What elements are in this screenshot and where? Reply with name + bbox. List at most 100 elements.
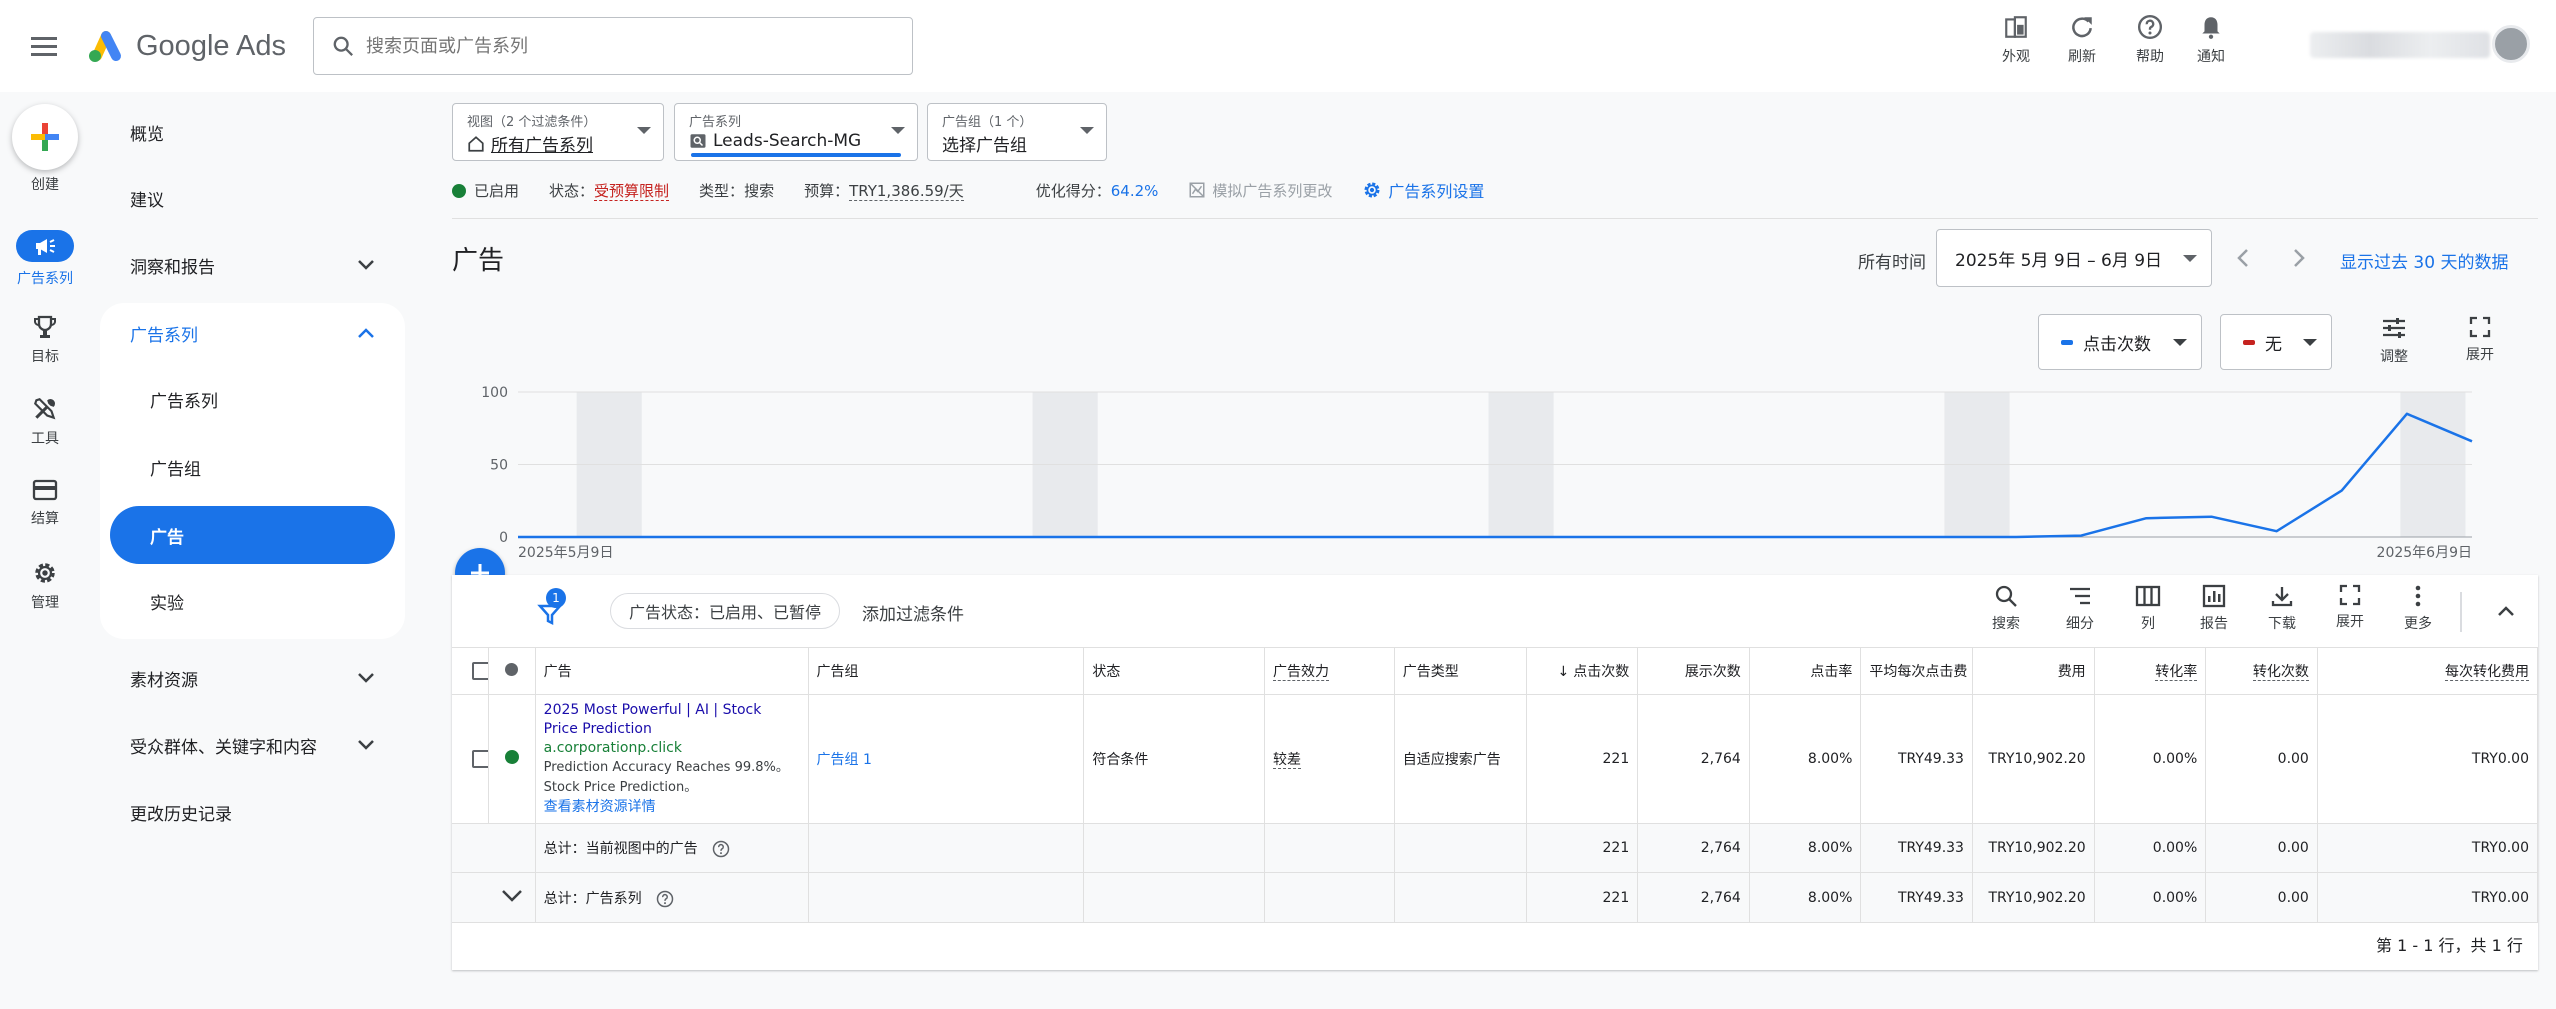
- nav-campaigns-group[interactable]: 广告系列: [100, 303, 405, 363]
- ad-strength-value[interactable]: 较差: [1272, 752, 1301, 769]
- header-ad[interactable]: 广告: [535, 647, 809, 695]
- header-cost-per-conv[interactable]: 每次转化费用: [2317, 647, 2539, 695]
- chevron-down-icon: [358, 673, 374, 683]
- empty-cell: [1264, 823, 1395, 873]
- ad-headline[interactable]: 2025 Most Powerful | AI | Stock Price Pr…: [544, 701, 800, 739]
- total-campaign-row: 总计：广告系列 221 2,764 8.00% TRY49.33 TRY10,9…: [452, 872, 2539, 923]
- add-filter-button[interactable]: 添加过滤条件: [862, 600, 964, 625]
- nav-recommendations[interactable]: 建议: [100, 168, 405, 228]
- columns-button[interactable]: 列: [2118, 584, 2178, 633]
- nav-sub-experiments[interactable]: 实验: [110, 572, 395, 630]
- optimization-value[interactable]: 64.2%: [1111, 182, 1159, 200]
- reports-button[interactable]: 报告: [2184, 584, 2244, 633]
- campaign-selector-value-wrap: Leads-Search-MG: [689, 131, 861, 151]
- campaign-selector[interactable]: 广告系列 Leads-Search-MG: [674, 103, 918, 161]
- view-asset-details-link[interactable]: 查看素材资源详情: [544, 798, 800, 817]
- header-cost-per-conv-label: 每次转化费用: [2445, 664, 2529, 681]
- header-ctr[interactable]: 点击率: [1749, 647, 1862, 695]
- appearance-button[interactable]: 外观: [1986, 14, 2046, 66]
- refresh-button[interactable]: 刷新: [2052, 14, 2112, 66]
- nav-assets[interactable]: 素材资源: [100, 648, 405, 708]
- rail-tools[interactable]: 工具: [0, 396, 90, 448]
- metric1-select[interactable]: 点击次数: [2038, 314, 2202, 370]
- sort-arrow-down-icon: ↓: [1557, 664, 1570, 680]
- nav-change-history[interactable]: 更改历史记录: [100, 782, 405, 842]
- ad-description: Prediction Accuracy Reaches 99.8%。Stock …: [543, 760, 789, 795]
- rail-billing[interactable]: 结算: [0, 478, 90, 528]
- nav-sub-ad-groups[interactable]: 广告组: [110, 438, 395, 496]
- campaign-selector-value: Leads-Search-MG: [713, 131, 862, 151]
- nav-sub-ad-groups-label: 广告组: [150, 459, 201, 480]
- rail-billing-label: 结算: [31, 511, 59, 527]
- budget-value[interactable]: TRY1,386.59/天: [849, 181, 964, 201]
- header-conv-rate[interactable]: 转化率: [2094, 647, 2207, 695]
- row-checkbox[interactable]: [472, 750, 488, 768]
- help-button[interactable]: 帮助: [2120, 14, 2180, 66]
- header-conversions[interactable]: 转化次数: [2205, 647, 2318, 695]
- rail-goals[interactable]: 目标: [0, 314, 90, 366]
- metric1-label: 点击次数: [2083, 334, 2151, 355]
- header-avg-cpc[interactable]: 平均每次点击费: [1860, 647, 1973, 695]
- status-value[interactable]: 受预算限制: [594, 181, 670, 201]
- total-view-conv-rate: 0.00%: [2094, 823, 2207, 873]
- status-filter-chip[interactable]: 广告状态：已启用、已暂停: [610, 593, 841, 629]
- nav-audiences[interactable]: 受众群体、关键字和内容: [100, 715, 405, 775]
- segment-button[interactable]: 细分: [2050, 584, 2110, 633]
- segment-label: 细分: [2066, 616, 2094, 632]
- metric2-select[interactable]: 无: [2220, 314, 2332, 370]
- help-icon[interactable]: [712, 840, 730, 858]
- ad-group-cell: 广告组 1: [808, 694, 1085, 824]
- header-clicks[interactable]: ↓ 点击次数: [1526, 647, 1639, 695]
- more-button[interactable]: 更多: [2388, 584, 2448, 633]
- adjust-chart-button[interactable]: 调整: [2364, 316, 2424, 366]
- nav-sub-ads[interactable]: 广告: [110, 506, 395, 564]
- enabled-dot-icon: [504, 750, 519, 764]
- header-status-label: 状态: [1092, 664, 1121, 680]
- account-name-redacted[interactable]: [2310, 32, 2490, 58]
- collapse-table-button[interactable]: [2488, 594, 2524, 630]
- nav-sub-campaigns[interactable]: 广告系列: [110, 370, 395, 428]
- nav-insights[interactable]: 洞察和报告: [100, 235, 405, 295]
- header-cost[interactable]: 费用: [1972, 647, 2095, 695]
- create-button[interactable]: [12, 104, 78, 170]
- ad-group-link[interactable]: 广告组 1: [817, 752, 872, 768]
- google-ads-logo[interactable]: Google Ads: [86, 22, 286, 70]
- nav-assets-label: 素材资源: [130, 670, 198, 691]
- notifications-button[interactable]: 通知: [2181, 14, 2241, 66]
- table-search-button[interactable]: 搜索: [1976, 584, 2036, 633]
- expand-table-button[interactable]: 展开: [2320, 584, 2380, 631]
- search-box[interactable]: [313, 17, 913, 75]
- gear-icon: [1364, 182, 1380, 198]
- total-view-cost: TRY10,902.20: [1972, 823, 2095, 873]
- y-tick-label: 100: [481, 385, 508, 401]
- nav-overview[interactable]: 概览: [100, 102, 405, 162]
- help-icon[interactable]: [656, 890, 674, 908]
- menu-icon[interactable]: [24, 26, 64, 66]
- ad-group-selector-value: 选择广告组: [942, 136, 1027, 156]
- header-ad-type[interactable]: 广告类型: [1394, 647, 1527, 695]
- header-ad-group[interactable]: 广告组: [808, 647, 1085, 695]
- show-last-30-days-link[interactable]: 显示过去 30 天的数据: [2340, 248, 2508, 273]
- download-button[interactable]: 下载: [2252, 584, 2312, 633]
- download-label: 下载: [2268, 616, 2296, 632]
- select-all-checkbox[interactable]: [472, 662, 488, 680]
- view-selector[interactable]: 视图（2 个过滤条件） 所有广告系列: [452, 103, 664, 161]
- metric2-label: 无: [2265, 334, 2282, 355]
- search-input[interactable]: [366, 35, 886, 57]
- campaign-settings-button[interactable]: 广告系列设置: [1362, 178, 1484, 202]
- status-dot-header: [488, 647, 536, 695]
- header-impressions[interactable]: 展示次数: [1637, 647, 1750, 695]
- next-period-button[interactable]: [2280, 240, 2316, 276]
- rail-campaigns[interactable]: 广告系列: [0, 230, 90, 288]
- header-status[interactable]: 状态: [1083, 647, 1265, 695]
- avatar[interactable]: [2492, 25, 2530, 63]
- expand-chart-button[interactable]: 展开: [2450, 316, 2510, 364]
- rail-admin[interactable]: 管理: [0, 560, 90, 612]
- ad-group-selector[interactable]: 广告组（1 个） 选择广告组: [927, 103, 1107, 161]
- notifications-label: 通知: [2197, 49, 2225, 65]
- simulate-button[interactable]: 模拟广告系列更改: [1188, 180, 1332, 201]
- chevron-down-icon[interactable]: [500, 888, 524, 904]
- date-range-picker[interactable]: 2025年 5月 9日 – 6月 9日: [1936, 229, 2212, 287]
- header-ad-strength[interactable]: 广告效力: [1264, 647, 1395, 695]
- previous-period-button[interactable]: [2226, 240, 2262, 276]
